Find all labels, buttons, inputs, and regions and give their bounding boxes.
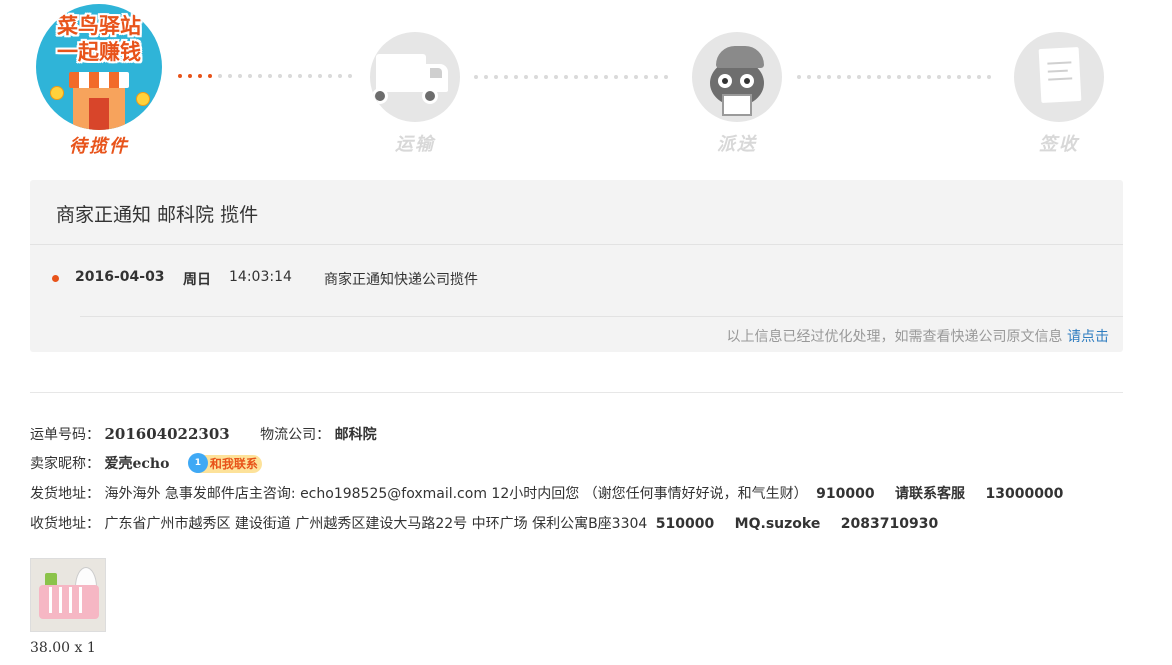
- tracking-note-text: 以上信息已经过优化处理，如需查看快递公司原文信息: [726, 329, 1063, 345]
- tracking-note: 以上信息已经过优化处理，如需查看快递公司原文信息 请点击: [727, 326, 1109, 346]
- waybill-row: 运单号码： 201604022303 物流公司： 邮科院: [30, 424, 377, 444]
- progress-dots-2: [474, 75, 668, 79]
- step-transport: 运输: [370, 32, 460, 156]
- logistics-progress: 菜鸟驿站 一起赚钱 待揽件 运输 派送 签收: [0, 0, 1172, 170]
- event-time: 14:03:14: [229, 269, 292, 285]
- progress-dots-1: [178, 74, 352, 78]
- carrier-name: 邮科院: [334, 427, 377, 443]
- contact-bubble-icon: 1: [187, 453, 208, 473]
- receive-zip: 510000: [655, 516, 715, 532]
- seller-row: 卖家昵称： 爱壳echo 1 和我联系: [30, 453, 262, 474]
- waybill-number: 201604022303: [104, 425, 230, 443]
- logo-line2: 一起赚钱: [57, 40, 141, 64]
- logo-line1: 菜鸟驿站: [57, 14, 141, 38]
- step-label-pending: 待揽件: [69, 136, 129, 157]
- ship-zip: 910000: [816, 486, 875, 502]
- seller-label: 卖家昵称：: [30, 456, 100, 472]
- cainiao-shop-logo-icon: 菜鸟驿站 一起赚钱: [36, 4, 162, 130]
- courier-icon: [692, 32, 782, 122]
- product-price-quantity: 38.00 x 1: [30, 640, 96, 656]
- tracking-panel: 商家正通知 邮科院 揽件 2016-04-03 周日 14:03:14 商家正通…: [30, 180, 1123, 352]
- receive-phone: 2083710930: [840, 516, 939, 532]
- view-original-link[interactable]: 请点击: [1067, 329, 1109, 345]
- event-description: 商家正通知快递公司揽件: [324, 272, 478, 288]
- divider: [80, 316, 1123, 317]
- step-signed: 签收: [1014, 32, 1104, 156]
- ship-address: 海外海外 急事发邮件店主咨询: echo198525@foxmail.com 1…: [104, 486, 808, 502]
- receive-address-label: 收货地址：: [30, 516, 100, 532]
- event-date: 2016-04-03: [75, 269, 165, 285]
- truck-icon: [370, 32, 460, 122]
- shop-icon: [69, 72, 129, 130]
- step-pending-pickup: 菜鸟驿站 一起赚钱 待揽件: [36, 4, 162, 158]
- seller-nickname: 爱壳echo: [104, 456, 170, 472]
- event-weekday: 周日: [183, 272, 211, 288]
- waybill-label: 运单号码：: [30, 427, 100, 443]
- receipt-icon: [1014, 32, 1104, 122]
- carrier-label: 物流公司：: [260, 427, 331, 443]
- ship-address-label: 发货地址：: [30, 486, 100, 502]
- contact-seller-label: 和我联系: [209, 457, 258, 471]
- section-divider: [30, 392, 1123, 393]
- divider: [30, 244, 1123, 245]
- ship-phone: 13000000: [985, 486, 1064, 502]
- progress-dots-3: [797, 75, 991, 79]
- step-label-signed: 签收: [1039, 134, 1079, 155]
- receive-address-row: 收货地址： 广东省广州市越秀区 建设街道 广州越秀区建设大马路22号 中环广场 …: [30, 514, 938, 534]
- ship-address-row: 发货地址： 海外海外 急事发邮件店主咨询: echo198525@foxmail…: [30, 484, 1063, 504]
- product-thumbnail[interactable]: [30, 558, 106, 632]
- receive-address: 广东省广州市越秀区 建设街道 广州越秀区建设大马路22号 中环广场 保利公寓B座…: [104, 516, 648, 532]
- step-delivery: 派送: [692, 32, 782, 156]
- ship-contact-name: 请联系客服: [895, 486, 966, 502]
- tracking-title: 商家正通知 邮科院 揽件: [56, 204, 259, 226]
- event-dot-icon: [52, 275, 59, 282]
- step-label-delivery: 派送: [717, 134, 757, 155]
- contact-seller-button[interactable]: 1 和我联系: [187, 453, 262, 473]
- receive-name: MQ.suzoke: [734, 516, 821, 532]
- step-label-transport: 运输: [395, 134, 435, 155]
